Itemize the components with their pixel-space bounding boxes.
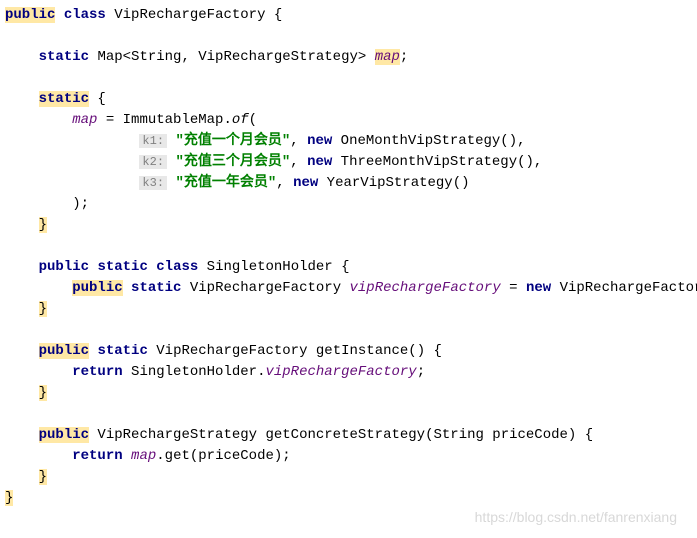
keyword: public bbox=[5, 7, 55, 23]
field: map bbox=[375, 49, 400, 65]
punct: } bbox=[39, 301, 47, 317]
punct: } bbox=[5, 490, 13, 506]
text: SingletonHolder. bbox=[123, 364, 266, 380]
code-line: } bbox=[5, 383, 692, 404]
code-line: public static VipRechargeFactory vipRech… bbox=[5, 278, 692, 299]
code-line: } bbox=[5, 488, 692, 509]
field: map bbox=[131, 448, 156, 464]
keyword: public bbox=[39, 259, 89, 275]
code-line: return SingletonHolder.vipRechargeFactor… bbox=[5, 362, 692, 383]
code-line bbox=[5, 404, 692, 425]
punct: } bbox=[39, 217, 47, 233]
field: vipRechargeFactory bbox=[265, 364, 416, 380]
keyword: static bbox=[39, 91, 89, 107]
text: .get(priceCode); bbox=[156, 448, 290, 464]
text: ThreeMonthVipStrategy(), bbox=[332, 154, 542, 170]
punct: { bbox=[89, 91, 106, 107]
string: "充值三个月会员" bbox=[175, 154, 290, 170]
punct: } bbox=[39, 469, 47, 485]
keyword: public bbox=[39, 343, 89, 359]
text: SingletonHolder { bbox=[198, 259, 349, 275]
type: Map<String, VipRechargeStrategy> bbox=[97, 49, 366, 65]
keyword: return bbox=[72, 448, 122, 464]
punct: , bbox=[290, 154, 307, 170]
string: "充值一年会员" bbox=[175, 175, 276, 191]
code-line: return map.get(priceCode); bbox=[5, 446, 692, 467]
code-line bbox=[5, 320, 692, 341]
method: of bbox=[232, 112, 249, 128]
keyword: static bbox=[97, 343, 147, 359]
param-hint: k2: bbox=[139, 155, 167, 169]
text: VipRechargeFactory getInstance() { bbox=[148, 343, 442, 359]
code-line bbox=[5, 68, 692, 89]
punct: ( bbox=[249, 112, 257, 128]
text: VipRechargeFactory(); bbox=[551, 280, 697, 296]
punct: ; bbox=[417, 364, 425, 380]
keyword: return bbox=[72, 364, 122, 380]
code-line: ); bbox=[5, 194, 692, 215]
code-line: static { bbox=[5, 89, 692, 110]
punct: , bbox=[276, 175, 293, 191]
keyword: new bbox=[293, 175, 318, 191]
code-block: public class VipRechargeFactory { static… bbox=[5, 5, 692, 509]
code-line: public class VipRechargeFactory { bbox=[5, 5, 692, 26]
text: = ImmutableMap. bbox=[97, 112, 231, 128]
code-line: } bbox=[5, 299, 692, 320]
keyword: class bbox=[64, 7, 106, 23]
code-line: k3: "充值一年会员", new YearVipStrategy() bbox=[5, 173, 692, 194]
param-hint: k3: bbox=[139, 176, 167, 190]
code-line: public static VipRechargeFactory getInst… bbox=[5, 341, 692, 362]
code-line: k1: "充值一个月会员", new OneMonthVipStrategy()… bbox=[5, 131, 692, 152]
punct: = bbox=[501, 280, 526, 296]
code-line: public VipRechargeStrategy getConcreteSt… bbox=[5, 425, 692, 446]
code-line: } bbox=[5, 215, 692, 236]
class-name: VipRechargeFactory { bbox=[114, 7, 282, 23]
code-line: k2: "充值三个月会员", new ThreeMonthVipStrategy… bbox=[5, 152, 692, 173]
keyword: static bbox=[131, 280, 181, 296]
punct: ; bbox=[400, 49, 408, 65]
text: OneMonthVipStrategy(), bbox=[332, 133, 525, 149]
keyword: class bbox=[156, 259, 198, 275]
text: YearVipStrategy() bbox=[318, 175, 469, 191]
watermark: https://blog.csdn.net/fanrenxiang bbox=[475, 507, 677, 528]
code-line: public static class SingletonHolder { bbox=[5, 257, 692, 278]
field: vipRechargeFactory bbox=[350, 280, 501, 296]
text: VipRechargeStrategy getConcreteStrategy(… bbox=[89, 427, 593, 443]
code-line bbox=[5, 26, 692, 47]
keyword: static bbox=[39, 49, 89, 65]
code-line: static Map<String, VipRechargeStrategy> … bbox=[5, 47, 692, 68]
code-line: } bbox=[5, 467, 692, 488]
keyword: new bbox=[307, 154, 332, 170]
code-line bbox=[5, 236, 692, 257]
type: VipRechargeFactory bbox=[181, 280, 349, 296]
punct: , bbox=[290, 133, 307, 149]
punct: ); bbox=[72, 196, 89, 212]
keyword: public bbox=[39, 427, 89, 443]
punct bbox=[123, 448, 131, 464]
keyword: static bbox=[97, 259, 147, 275]
punct: } bbox=[39, 385, 47, 401]
keyword: new bbox=[307, 133, 332, 149]
keyword: public bbox=[72, 280, 122, 296]
param-hint: k1: bbox=[139, 134, 167, 148]
keyword: new bbox=[526, 280, 551, 296]
code-line: map = ImmutableMap.of( bbox=[5, 110, 692, 131]
string: "充值一个月会员" bbox=[175, 133, 290, 149]
field: map bbox=[72, 112, 97, 128]
